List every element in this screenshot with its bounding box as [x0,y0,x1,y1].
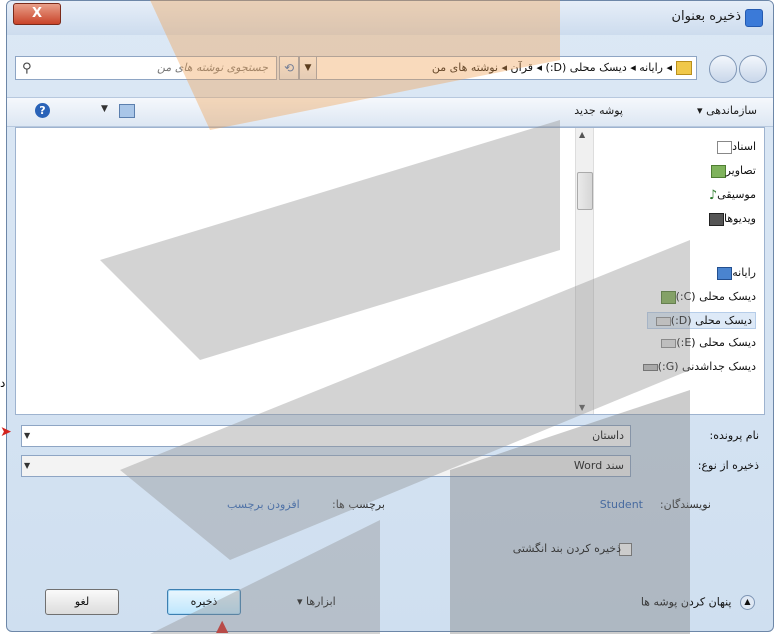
chevron-down-icon[interactable]: ▼ [24,426,30,446]
filename-input[interactable]: داستان ▼ [21,425,631,447]
nav-buttons [705,53,767,83]
scroll-up-icon[interactable]: ▲ [579,130,585,139]
savetype-label: ذخیره از نوع: [697,459,759,472]
music-icon: ♪ [708,187,718,203]
navigation-pane: اسناد تصاویر موسیقی♪ ویدیوها رایانه دیسک… [594,128,764,414]
drive-icon [661,338,677,348]
authors-value[interactable]: Student [600,498,643,511]
command-bar: سازماندهی ▾ پوشه جدید ▼ ? [7,97,773,127]
save-as-dialog: X ذخیره بعنوان ◂ رایانه ◂ دیسک محلی (D:)… [6,0,774,632]
scroll-down-icon[interactable]: ▼ [579,403,585,412]
search-input[interactable]: ⚲ جستجوی نوشته های من [15,56,277,80]
cancel-button[interactable]: لغو [45,589,119,615]
refresh-button[interactable]: ⟲ [279,56,299,80]
savetype-select[interactable]: سند Word ▼ [21,455,631,477]
address-bar[interactable]: ◂ رایانه ◂ دیسک محلی (D:) ◂ قرآن ◂ نوشته… [297,56,697,80]
filename-row: نام پرونده: داستان ▼ [21,425,759,447]
videos-icon [708,212,724,226]
nav-item-documents[interactable]: اسناد [712,140,756,154]
search-icon: ⚲ [22,61,32,76]
title-bar: X ذخیره بعنوان [7,1,773,35]
search-placeholder: جستجوی نوشته های من [156,61,268,74]
tags-value[interactable]: افزودن برچسب [227,498,300,511]
word-app-icon [745,9,763,27]
chevron-up-icon: ▲ [740,595,755,610]
computer-icon [717,266,733,280]
address-row: ◂ رایانه ◂ دیسک محلی (D:) ◂ قرآن ◂ نوشته… [7,53,773,85]
chevron-down-icon[interactable]: ▼ [24,456,30,476]
save-button[interactable]: ذخیره [167,589,241,615]
nav-item-music[interactable]: موسیقی♪ [699,187,756,203]
nav-item-removable-g[interactable]: دیسک جداشدنی (G:) [638,360,756,373]
forward-button[interactable] [709,55,737,83]
documents-icon [717,140,733,154]
nav-scrollbar[interactable]: ▲ ▼ [575,128,594,414]
authors-label: نویسندگان: [659,498,711,511]
tools-menu[interactable]: ابزارها ▾ [297,595,336,608]
help-icon[interactable]: ? [35,103,50,118]
nav-item-computer[interactable]: رایانه [712,266,756,280]
folder-icon [676,61,692,75]
close-button[interactable]: X [13,3,61,25]
back-button[interactable] [739,55,767,83]
change-view-icon[interactable] [119,104,135,118]
pictures-icon [710,164,726,178]
save-thumbnail-label: ذخیره کردن بند انگشتی [512,542,621,555]
address-path: ◂ رایانه ◂ دیسک محلی (D:) ◂ قرآن ◂ نوشته… [431,61,672,74]
nav-item-drive-e[interactable]: دیسک محلی (E:) [656,336,756,349]
nav-item-videos[interactable]: ویدیوها [704,212,756,226]
address-dropdown[interactable]: ▼ [299,56,317,80]
scroll-thumb[interactable] [577,172,593,210]
dialog-title: ذخیره بعنوان [671,9,741,24]
tags-label: برچسب ها: [332,498,385,511]
stray-character: د [0,376,6,390]
nav-item-drive-d[interactable]: دیسک محلی (D:) [646,312,756,329]
nav-item-pictures[interactable]: تصاویر [706,164,756,178]
file-browser: اسناد تصاویر موسیقی♪ ویدیوها رایانه دیسک… [15,127,765,415]
savetype-row: ذخیره از نوع: سند Word ▼ [21,455,759,477]
arrow-icon: ➤ [0,424,12,440]
hide-folders-button[interactable]: ▲ پنهان کردن پوشه ها [641,595,755,610]
filename-label: نام پرونده: [709,429,759,442]
arrow-up-icon: ▲ [216,616,229,635]
new-folder-button[interactable]: پوشه جدید [574,104,623,117]
drive-icon [655,316,671,326]
removable-drive-icon [642,363,658,371]
nav-item-drive-c[interactable]: دیسک محلی (C:) [656,290,756,304]
drive-icon [660,290,676,304]
view-dropdown-icon[interactable]: ▼ [101,104,108,114]
organize-menu[interactable]: سازماندهی ▾ [697,104,757,117]
